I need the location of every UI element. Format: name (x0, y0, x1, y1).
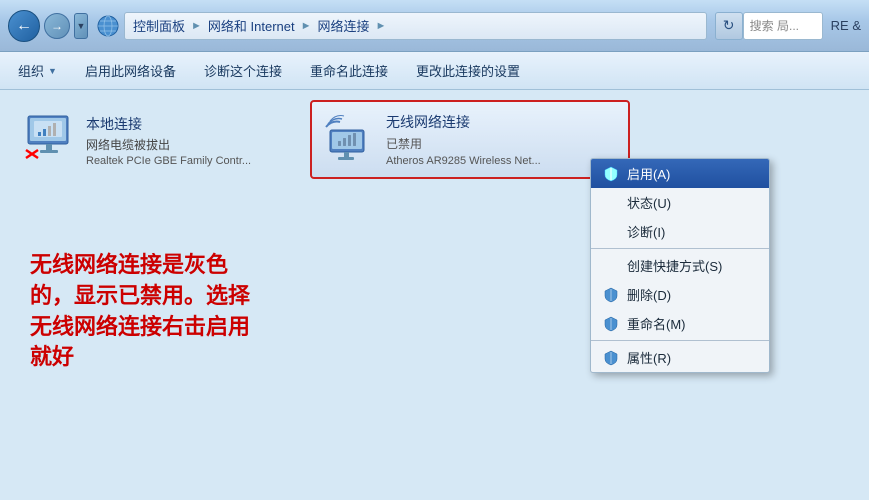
local-connection-status: 网络电缆被拔出 (86, 136, 251, 153)
title-bar: ← → ▼ 控制面板 ► 网络和 Internet ► 网络连接 ► ↻ 搜索 … (0, 0, 869, 52)
diagnose-label: 诊断这个连接 (204, 61, 282, 80)
shield-icon-enable (603, 166, 619, 182)
wireless-connection-info: 无线网络连接 已禁用 Atheros AR9285 Wireless Net..… (386, 112, 541, 167)
wireless-icon (324, 112, 376, 164)
context-menu-rename[interactable]: 重命名(M) (591, 309, 769, 338)
local-connection-name: 本地连接 (86, 114, 251, 134)
content-area: 本地连接 网络电缆被拔出 Realtek PCIe GBE Family Con… (0, 90, 869, 500)
context-menu-rename-label: 重命名(M) (627, 314, 686, 333)
spacer-diagnose (603, 224, 619, 240)
spacer-status (603, 195, 619, 211)
toolbar-enable-device[interactable]: 启用此网络设备 (79, 58, 182, 83)
context-menu-sep-1 (591, 248, 769, 249)
context-menu-status-label: 状态(U) (627, 193, 671, 212)
forward-button[interactable]: → (44, 13, 70, 39)
enable-device-label: 启用此网络设备 (85, 61, 176, 80)
search-box[interactable]: 搜索 局... (743, 12, 823, 40)
wireless-monitor-svg (324, 112, 376, 164)
rename-label: 重命名此连接 (310, 61, 388, 80)
local-connection-adapter: Realtek PCIe GBE Family Contr... (86, 155, 251, 167)
shield-icon-rename (603, 316, 619, 332)
toolbar-diagnose[interactable]: 诊断这个连接 (198, 58, 288, 83)
toolbar-rename[interactable]: 重命名此连接 (304, 58, 394, 83)
wireless-connection-status: 已禁用 (386, 135, 541, 152)
breadcrumb-sep-1: ► (191, 20, 202, 32)
wireless-connection-name: 无线网络连接 (386, 112, 541, 132)
context-menu-delete-label: 删除(D) (627, 285, 671, 304)
window-extra-label: RE & (831, 18, 861, 33)
context-menu-enable[interactable]: 启用(A) (591, 159, 769, 188)
shield-icon-properties (603, 350, 619, 366)
search-placeholder: 搜索 局... (750, 17, 799, 34)
context-menu-status[interactable]: 状态(U) (591, 188, 769, 217)
history-dropdown[interactable]: ▼ (74, 13, 88, 39)
annotation-text: 无线网络连接是灰色的，显示已禁用。选择无线网络连接右击启用就好 (30, 250, 270, 373)
context-menu-shortcut[interactable]: 创建快捷方式(S) (591, 251, 769, 280)
context-menu-delete[interactable]: 删除(D) (591, 280, 769, 309)
globe-icon (96, 14, 120, 38)
breadcrumb-controlpanel[interactable]: 控制面板 (133, 16, 185, 35)
shield-icon-delete (603, 287, 619, 303)
context-menu-diagnose[interactable]: 诊断(I) (591, 217, 769, 246)
context-menu-properties-label: 属性(R) (627, 348, 671, 367)
wireless-connection-adapter: Atheros AR9285 Wireless Net... (386, 155, 541, 167)
local-connection-info: 本地连接 网络电缆被拔出 Realtek PCIe GBE Family Con… (86, 114, 251, 167)
toolbar-organize[interactable]: 组织 ▼ (12, 58, 63, 83)
local-connection-item[interactable]: 本地连接 网络电缆被拔出 Realtek PCIe GBE Family Con… (16, 106, 296, 175)
wireless-connection-item[interactable]: 无线网络连接 已禁用 Atheros AR9285 Wireless Net..… (310, 100, 630, 179)
context-menu-sep-2 (591, 340, 769, 341)
back-button[interactable]: ← (8, 10, 40, 42)
computer-monitor-svg (24, 114, 76, 160)
window-controls: RE & (831, 18, 861, 33)
local-connection-icon (24, 114, 76, 162)
breadcrumb-connections[interactable]: 网络连接 (318, 16, 370, 35)
breadcrumb: 控制面板 ► 网络和 Internet ► 网络连接 ► (124, 12, 707, 40)
context-menu-enable-label: 启用(A) (627, 164, 670, 183)
organize-label: 组织 (18, 61, 44, 80)
breadcrumb-network[interactable]: 网络和 Internet (208, 16, 295, 35)
toolbar: 组织 ▼ 启用此网络设备 诊断这个连接 重命名此连接 更改此连接的设置 (0, 52, 869, 90)
change-settings-label: 更改此连接的设置 (416, 61, 520, 80)
breadcrumb-sep-2: ► (301, 20, 312, 32)
toolbar-change-settings[interactable]: 更改此连接的设置 (410, 58, 526, 83)
refresh-area: ↻ (715, 12, 743, 40)
context-menu-properties[interactable]: 属性(R) (591, 343, 769, 372)
context-menu-diagnose-label: 诊断(I) (627, 222, 665, 241)
context-menu: 启用(A) 状态(U) 诊断(I) 创建快捷方式(S) 删除(D) (590, 158, 770, 373)
breadcrumb-sep-3: ► (376, 20, 387, 32)
nav-buttons: ← → ▼ (8, 10, 88, 42)
organize-arrow: ▼ (48, 66, 57, 76)
spacer-shortcut (603, 258, 619, 274)
wireless-connection-container: 无线网络连接 已禁用 Atheros AR9285 Wireless Net..… (310, 100, 630, 179)
context-menu-shortcut-label: 创建快捷方式(S) (627, 256, 722, 275)
refresh-button[interactable]: ↻ (715, 12, 743, 40)
